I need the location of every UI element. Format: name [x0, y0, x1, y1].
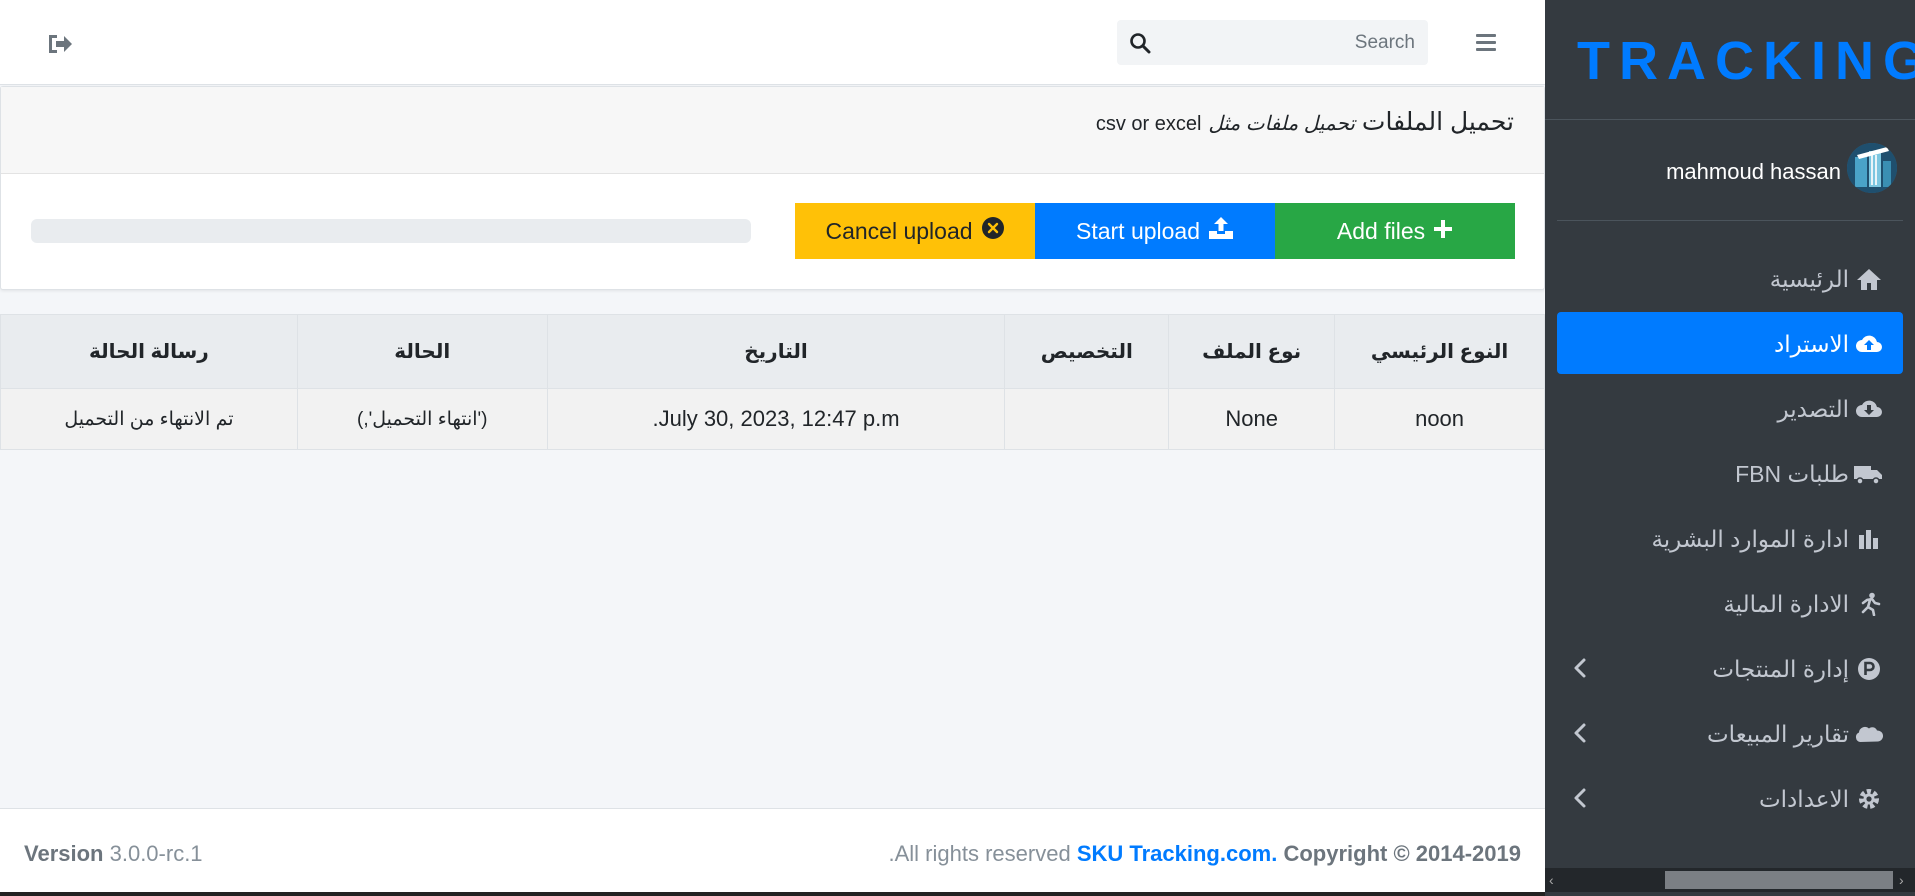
chevron-left-icon[interactable]: [1571, 657, 1589, 679]
upload-title: تحميل الملفات: [1361, 108, 1514, 136]
footer: Version 3.0.0-rc.1 All rights reserved. …: [0, 808, 1545, 896]
header-date: التاريخ: [546, 314, 1006, 389]
cloud-download-icon: [1855, 397, 1883, 421]
version-value: 3.0.0-rc.1: [109, 841, 203, 866]
upload-card: تحميل الملفات تحميل ملفات مثل csv or exc…: [0, 86, 1545, 290]
avatar[interactable]: [1847, 143, 1897, 193]
upload-icon: [1208, 216, 1234, 246]
scroll-left-icon[interactable]: ‹: [1549, 873, 1561, 887]
search-input[interactable]: [1161, 20, 1417, 65]
upload-formats: csv or excel: [1095, 113, 1202, 135]
upload-subtitle: تحميل ملفات مثل: [1208, 113, 1355, 135]
sidebar-item-label: تقارير المبيعات: [1707, 721, 1849, 747]
version-info: Version 3.0.0-rc.1: [24, 841, 203, 867]
cell-customization: [1004, 388, 1170, 450]
cell-main-type: noon: [1334, 388, 1545, 450]
header-status-message: رسالة الحالة: [0, 314, 298, 389]
home-icon: [1855, 267, 1883, 291]
table-header-row: النوع الرئيسي نوع الملف التخصيص التاريخ …: [0, 314, 1545, 389]
cell-status-message: تم الانتهاء من التحميل: [0, 388, 298, 450]
scrollbar-thumb[interactable]: [1665, 871, 1893, 889]
sidebar: TRACKING mahmoud hassan الرئيسية الاسترا…: [1545, 0, 1915, 896]
hamburger-menu-icon[interactable]: [1474, 30, 1500, 56]
bottom-edge: [0, 892, 1545, 896]
user-panel: mahmoud hassan: [1557, 121, 1903, 221]
sidebar-item-products[interactable]: إدارة المنتجات: [1557, 637, 1903, 702]
page-title: تحميل الملفات تحميل ملفات مثل csv or exc…: [1096, 107, 1514, 137]
sidebar-item-hr[interactable]: ادارة الموارد البشرية: [1557, 507, 1903, 572]
sidebar-item-home[interactable]: الرئيسية: [1557, 247, 1903, 312]
times-circle-icon: [981, 216, 1005, 246]
sidebar-item-label: طلبات FBN: [1735, 461, 1849, 487]
sidebar-item-finance[interactable]: الادارة المالية: [1557, 572, 1903, 637]
top-navbar: [0, 0, 1545, 85]
add-files-button[interactable]: Add files: [1275, 203, 1515, 259]
gear-icon: [1855, 787, 1883, 811]
sidebar-item-label: الادارة المالية: [1723, 591, 1849, 617]
start-upload-button[interactable]: Start upload: [1035, 203, 1275, 259]
search-icon[interactable]: [1129, 32, 1151, 54]
add-files-label: Add files: [1336, 217, 1426, 244]
copyright-rights: All rights reserved.: [888, 841, 1071, 866]
cell-date: July 30, 2023, 12:47 p.m.: [546, 388, 1006, 450]
sidebar-item-label: الرئيسية: [1769, 266, 1849, 292]
sidebar-item-import[interactable]: الاستراد: [1557, 312, 1903, 374]
cancel-upload-label: Cancel upload: [825, 217, 973, 244]
sidebar-item-sales-reports[interactable]: تقارير المبيعات: [1557, 702, 1903, 767]
running-icon: [1855, 592, 1883, 617]
cell-file-type: None: [1168, 388, 1336, 450]
table-row: noon None July 30, 2023, 12:47 p.m. ('ان…: [0, 388, 1545, 450]
search-box: [1117, 20, 1428, 65]
header-file-type: نوع الملف: [1168, 314, 1336, 389]
sidebar-item-label: إدارة المنتجات: [1712, 656, 1849, 682]
header-status: الحالة: [296, 314, 548, 389]
upload-progress-bar: [31, 219, 751, 243]
upload-card-header: تحميل الملفات تحميل ملفات مثل csv or exc…: [1, 87, 1544, 174]
main-content: تحميل الملفات تحميل ملفات مثل csv or exc…: [0, 0, 1545, 896]
cell-status: ('انتهاء التحميل',): [296, 388, 548, 450]
brand-logo[interactable]: TRACKING: [1545, 0, 1915, 120]
scroll-right-icon[interactable]: ›: [1899, 873, 1911, 887]
chevron-left-icon[interactable]: [1571, 722, 1589, 744]
brand-text: TRACKING: [1577, 31, 1915, 91]
parking-icon: [1855, 657, 1883, 681]
sidebar-item-label: الاستراد: [1773, 331, 1849, 357]
user-name[interactable]: mahmoud hassan: [1666, 159, 1841, 185]
salesforce-icon: [1855, 722, 1884, 746]
sidebar-item-label: التصدير: [1777, 396, 1849, 422]
sidebar-nav: الرئيسية الاستراد التصدير طلبات FBN ادار…: [1557, 247, 1903, 832]
header-customization: التخصيص: [1004, 314, 1170, 389]
copyright: All rights reserved. SKU Tracking.com. C…: [889, 841, 1522, 867]
truck-icon: [1854, 462, 1883, 486]
plus-icon: [1433, 218, 1453, 245]
copyright-prefix: Copyright © 2014-2019: [1283, 841, 1521, 866]
header-main-type: النوع الرئيسي: [1334, 314, 1545, 389]
sidebar-item-settings[interactable]: الاعدادات: [1557, 767, 1903, 832]
sidebar-horizontal-scrollbar[interactable]: ‹ ›: [1545, 868, 1915, 892]
version-label: Version: [24, 841, 104, 866]
chevron-left-icon[interactable]: [1571, 787, 1589, 809]
logout-icon[interactable]: [46, 31, 74, 57]
bar-chart-icon: [1855, 527, 1883, 551]
sidebar-item-fbn-orders[interactable]: طلبات FBN: [1557, 442, 1903, 507]
start-upload-label: Start upload: [1075, 217, 1201, 244]
cancel-upload-button[interactable]: Cancel upload: [795, 203, 1035, 259]
sidebar-item-export[interactable]: التصدير: [1557, 377, 1903, 442]
cloud-upload-icon: [1855, 332, 1883, 356]
sidebar-item-label: ادارة الموارد البشرية: [1651, 526, 1849, 552]
sidebar-item-label: الاعدادات: [1759, 786, 1849, 812]
copyright-brand-link[interactable]: SKU Tracking.com.: [1077, 841, 1278, 866]
uploads-table: النوع الرئيسي نوع الملف التخصيص التاريخ …: [0, 314, 1545, 450]
